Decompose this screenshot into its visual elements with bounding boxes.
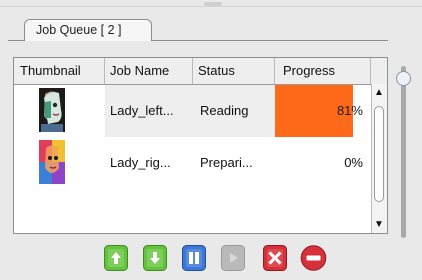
thumbnail-size-slider-handle[interactable] xyxy=(396,71,411,86)
table-header: Thumbnail Job Name Status Progress xyxy=(14,58,387,85)
resume-button[interactable] xyxy=(221,245,245,271)
move-down-icon xyxy=(143,245,167,271)
tab-job-queue[interactable]: Job Queue [ 2 ] xyxy=(24,19,152,41)
job-name-cell: Lady_rig... xyxy=(110,155,171,170)
move-up-icon xyxy=(104,245,128,271)
move-up-button[interactable] xyxy=(104,245,128,271)
window-grip[interactable] xyxy=(204,2,222,6)
move-down-button[interactable] xyxy=(143,245,167,271)
remove-job-button[interactable] xyxy=(300,245,327,271)
column-header-progress[interactable]: Progress xyxy=(275,58,371,84)
column-header-thumbnail[interactable]: Thumbnail xyxy=(14,58,105,84)
tab-label: Job Queue [ 2 ] xyxy=(36,23,122,37)
cancel-icon xyxy=(263,245,287,271)
thumbnail-size-slider-track[interactable] xyxy=(401,66,406,238)
column-header-status[interactable]: Status xyxy=(193,58,275,84)
play-icon xyxy=(221,245,245,271)
progress-percent: 81% xyxy=(336,103,363,118)
progress-cell: 0% xyxy=(275,137,371,189)
column-header-job-name[interactable]: Job Name xyxy=(105,58,193,84)
table-row[interactable]: Lady_left... Reading 81% xyxy=(14,85,371,137)
job-queue-table: Thumbnail Job Name Status Progress Lady_… xyxy=(13,57,388,234)
thumbnail-cell xyxy=(14,137,105,189)
table-row[interactable]: Lady_rig... Prepari... 0% xyxy=(14,137,371,189)
progress-percent: 0% xyxy=(344,155,363,170)
remove-icon xyxy=(300,245,327,271)
scroll-down-arrow-icon[interactable]: ▼ xyxy=(374,220,384,230)
tab-baseline-left xyxy=(8,40,24,41)
lady-right-thumbnail xyxy=(39,140,65,184)
vertical-scrollbar[interactable]: ▲ ▼ xyxy=(371,84,387,233)
top-divider xyxy=(0,6,422,7)
status-cell: Prepari... xyxy=(200,155,253,170)
job-name-cell: Lady_left... xyxy=(110,103,174,118)
pause-icon xyxy=(182,245,206,271)
scroll-up-arrow-icon[interactable]: ▲ xyxy=(374,88,384,98)
thumbnail-cell xyxy=(14,85,105,137)
scrollbar-thumb[interactable] xyxy=(374,106,384,202)
cancel-job-button[interactable] xyxy=(263,245,287,271)
lady-left-thumbnail xyxy=(39,88,65,132)
progress-cell: 81% xyxy=(275,85,371,137)
tab-baseline-right xyxy=(152,40,388,41)
status-cell: Reading xyxy=(200,103,249,118)
column-header-corner xyxy=(371,58,387,84)
pause-button[interactable] xyxy=(182,245,206,271)
